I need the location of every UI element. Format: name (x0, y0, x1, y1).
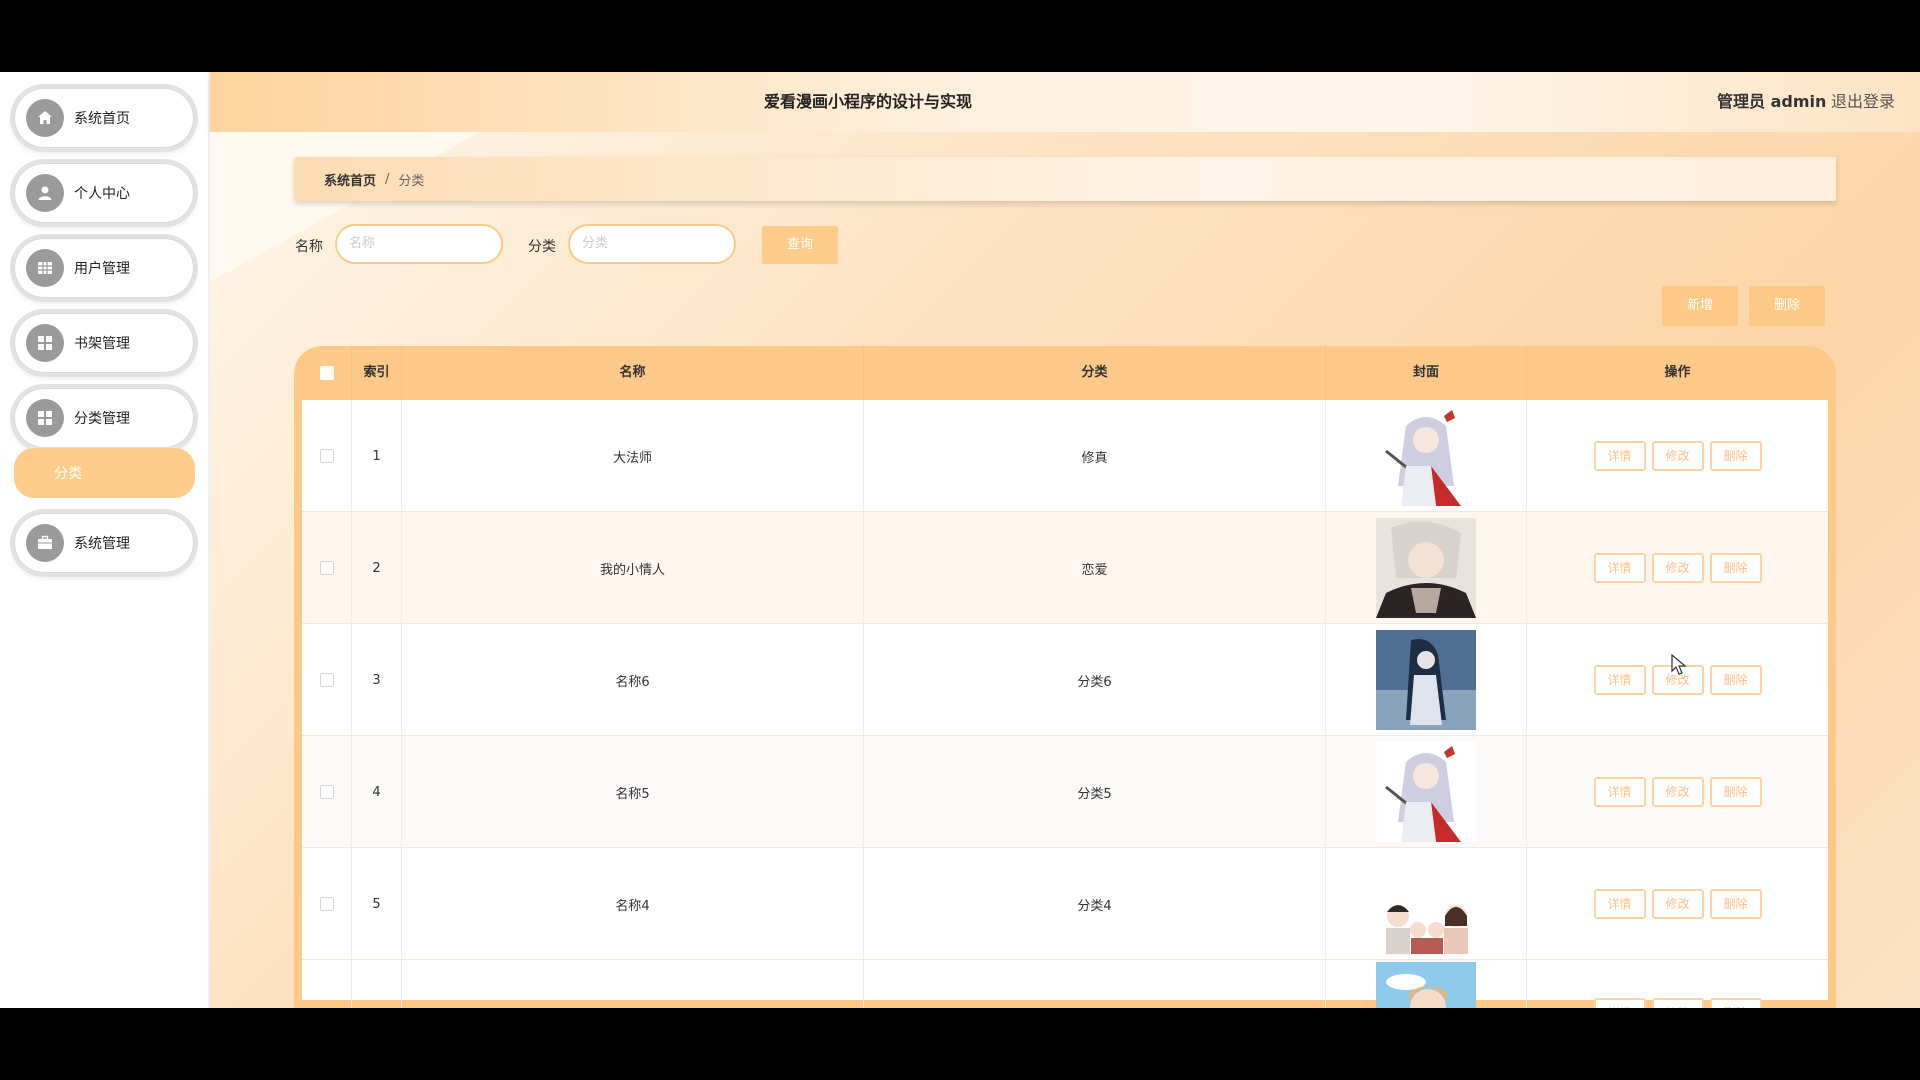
sidebar-item-bookshelf[interactable]: 书架管理 (14, 313, 194, 373)
row-checkbox[interactable] (319, 561, 334, 575)
edit-button[interactable]: 修改 (1651, 889, 1704, 919)
detail-button[interactable]: 详情 (1593, 553, 1646, 583)
briefcase-icon (26, 524, 64, 562)
sidebar-item-system[interactable]: 系统管理 (14, 513, 194, 573)
delete-button[interactable]: 删除 (1709, 777, 1762, 807)
detail-button[interactable]: 详情 (1593, 889, 1646, 919)
row-index: 2 (352, 512, 402, 624)
sidebar-item-home[interactable]: 系统首页 (14, 88, 194, 148)
query-button[interactable]: 查询 (762, 226, 838, 264)
sidebar-item-users[interactable]: 用户管理 (14, 238, 194, 298)
sidebar-item-label: 书架管理 (74, 336, 130, 352)
cover-image (1376, 962, 1476, 1008)
detail-button[interactable]: 详情 (1593, 441, 1646, 471)
row-name: 我的小情人 (402, 512, 864, 624)
row-name: 名称5 (402, 736, 864, 848)
main-content: 系统首页 / 分类 名称 名称 分类 分类 查询 新增 删除 索引 名称 分类 … (210, 132, 1920, 1008)
sidebar-item-label: 个人中心 (74, 186, 130, 202)
sidebar-subitem-category[interactable]: 分类 (14, 448, 195, 498)
row-index: 3 (352, 624, 402, 736)
app-window: 系统首页 个人中心 用户管理 书架管理 分类管理 分类 系统管理 爱看漫画小程序… (0, 72, 1920, 1008)
breadcrumb-home[interactable]: 系统首页 (324, 170, 376, 189)
detail-button[interactable]: 详情 (1593, 665, 1646, 695)
row-name: 大法师 (402, 400, 864, 512)
logout-link[interactable]: 退出登录 (1831, 72, 1895, 132)
cover-image (1376, 518, 1476, 618)
edit-button[interactable]: 修改 (1651, 777, 1704, 807)
row-checkbox[interactable] (319, 897, 334, 911)
table-row: 5 名称4 分类4 详情 修改 删除 (302, 848, 1828, 960)
sidebar-item-category[interactable]: 分类管理 (14, 388, 194, 448)
delete-button[interactable]: 删除 (1709, 665, 1762, 695)
sidebar-item-label: 系统管理 (74, 536, 130, 552)
sidebar-item-label: 系统首页 (74, 111, 130, 127)
cover-image (1376, 854, 1476, 954)
row-checkbox[interactable] (319, 449, 334, 463)
sidebar-item-label: 分类管理 (74, 411, 130, 427)
header-select-all[interactable] (302, 346, 352, 400)
sidebar-item-profile[interactable]: 个人中心 (14, 163, 194, 223)
grid-icon (26, 249, 64, 287)
select-all-checkbox[interactable] (319, 365, 334, 380)
row-checkbox[interactable] (319, 673, 334, 687)
header-cover: 封面 (1326, 346, 1527, 400)
category-filter-input[interactable]: 分类 (568, 224, 736, 264)
delete-button[interactable]: 删除 (1709, 889, 1762, 919)
batch-delete-button[interactable]: 删除 (1749, 286, 1825, 326)
row-index: 1 (352, 400, 402, 512)
grid-icon (26, 324, 64, 362)
breadcrumb: 系统首页 / 分类 (294, 157, 1836, 201)
table-row: 3 名称6 分类6 详情 修改 删除 (302, 624, 1828, 736)
row-checkbox[interactable] (319, 785, 334, 799)
detail-button[interactable]: 详情 (1593, 998, 1646, 1008)
grid-icon (26, 399, 64, 437)
row-category: 修真 (864, 400, 1326, 512)
header-index: 索引 (352, 346, 402, 400)
row-category: 恋爱 (864, 512, 1326, 624)
table-body: 1 大法师 修真 详情 修改 删除 2 我的小情人 恋爱 详情 修改 删除 3 … (302, 400, 1828, 1008)
row-category: 分类4 (864, 848, 1326, 960)
detail-button[interactable]: 详情 (1593, 777, 1646, 807)
sidebar-item-label: 用户管理 (74, 261, 130, 277)
header-name: 名称 (402, 346, 864, 400)
row-name: 名称6 (402, 624, 864, 736)
cover-image (1376, 742, 1476, 842)
user-icon (26, 174, 64, 212)
edit-button[interactable]: 修改 (1651, 553, 1704, 583)
home-icon (26, 99, 64, 137)
category-filter-label: 分类 (528, 239, 556, 255)
row-index: 4 (352, 736, 402, 848)
cover-image (1376, 630, 1476, 730)
top-letterbox (0, 0, 1920, 72)
table-row: 4 名称5 分类5 详情 修改 删除 (302, 736, 1828, 848)
table-row: 2 我的小情人 恋爱 详情 修改 删除 (302, 512, 1828, 624)
delete-button[interactable]: 删除 (1709, 441, 1762, 471)
mouse-cursor-icon (1671, 654, 1687, 675)
header-category: 分类 (864, 346, 1326, 400)
bottom-letterbox (0, 1008, 1920, 1080)
top-header: 爱看漫画小程序的设计与实现 管理员 admin 退出登录 (210, 72, 1920, 132)
delete-button[interactable]: 删除 (1709, 998, 1762, 1008)
edit-button[interactable]: 修改 (1651, 998, 1704, 1008)
breadcrumb-current: 分类 (398, 173, 425, 189)
row-category: 分类6 (864, 624, 1326, 736)
table-row: 1 大法师 修真 详情 修改 删除 (302, 400, 1828, 512)
table-row: 详情 修改 删除 (302, 960, 1828, 1008)
add-button[interactable]: 新增 (1662, 286, 1738, 326)
table-header: 索引 名称 分类 封面 操作 (302, 346, 1828, 400)
breadcrumb-separator: / (385, 171, 390, 187)
sidebar: 系统首页 个人中心 用户管理 书架管理 分类管理 分类 系统管理 (0, 72, 210, 1008)
name-filter-label: 名称 (295, 239, 323, 255)
delete-button[interactable]: 删除 (1709, 553, 1762, 583)
data-table: 索引 名称 分类 封面 操作 1 大法师 修真 详情 修改 删除 2 我的小情人… (294, 346, 1836, 1008)
app-title: 爱看漫画小程序的设计与实现 (763, 92, 972, 111)
cover-image (1376, 406, 1476, 506)
header-ops: 操作 (1664, 365, 1691, 380)
admin-label: 管理员 admin (1717, 92, 1827, 111)
name-filter-input[interactable]: 名称 (335, 224, 503, 264)
row-category: 分类5 (864, 736, 1326, 848)
edit-button[interactable]: 修改 (1651, 441, 1704, 471)
row-name: 名称4 (402, 848, 864, 960)
row-index: 5 (352, 848, 402, 960)
